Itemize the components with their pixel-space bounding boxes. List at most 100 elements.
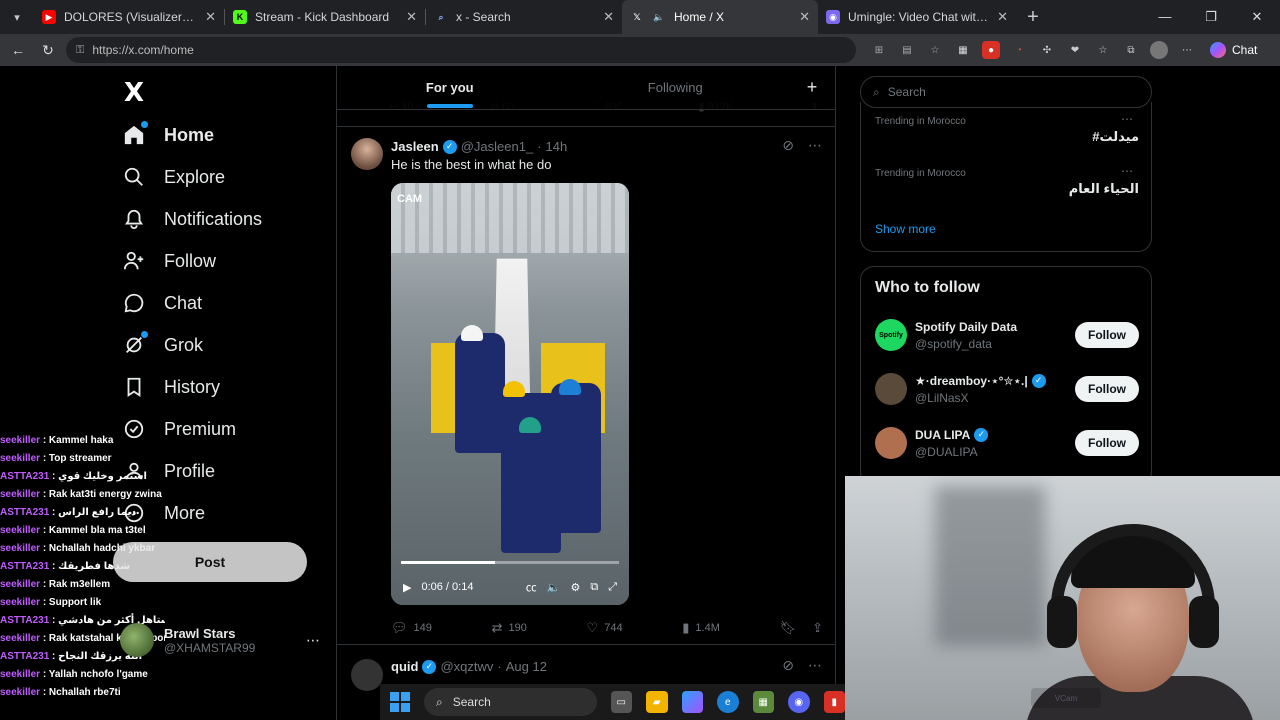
follow-button[interactable]: Follow: [1075, 430, 1139, 456]
more-icon[interactable]: ⋯: [808, 137, 822, 154]
x-logo-icon[interactable]: X: [124, 78, 144, 108]
tweet-time[interactable]: 14h: [546, 139, 568, 154]
tab-for-you[interactable]: For you: [337, 66, 563, 110]
more-icon[interactable]: ⋯: [1121, 164, 1133, 178]
more-icon[interactable]: ⋯: [306, 632, 320, 649]
trend-item[interactable]: Trending in Morocco الحياء العام ⋯: [875, 164, 1139, 197]
app-grid-icon[interactable]: ⊞: [870, 41, 888, 59]
author-name[interactable]: quid: [391, 659, 418, 674]
views-button[interactable]: ▮ 1.4M: [682, 620, 720, 636]
author-name[interactable]: Jasleen: [391, 139, 439, 154]
repost-button[interactable]: ⇄ 190: [492, 620, 527, 636]
add-tab-icon[interactable]: +: [788, 77, 835, 98]
close-icon[interactable]: ✕: [997, 9, 1008, 25]
nav-explore[interactable]: Explore: [122, 162, 225, 192]
video-player[interactable]: CAM ▶ 0:06 / 0:14 ㏄ 🔈 ⚙ ⧉ ⤢: [391, 183, 629, 605]
profile-avatar-icon[interactable]: [1150, 41, 1168, 59]
follow-button[interactable]: Follow: [1075, 322, 1139, 348]
close-icon[interactable]: ✕: [799, 9, 810, 25]
nav-label: Chat: [164, 292, 203, 313]
window-close-button[interactable]: ✕: [1234, 9, 1280, 25]
back-button[interactable]: ←: [6, 38, 30, 62]
follow-suggestion[interactable]: DUA LIPA ✓ @DUALIPA Follow: [875, 423, 1139, 463]
fullscreen-icon[interactable]: ⤢: [608, 581, 617, 594]
chat-message: seekiller : Support lik: [0, 594, 165, 612]
extension-g-icon[interactable]: ◔: [1010, 41, 1028, 59]
tweet-time[interactable]: Aug 12: [506, 659, 547, 674]
site-info-icon[interactable]: ⚿: [76, 44, 84, 57]
close-icon[interactable]: ✕: [406, 9, 417, 25]
post-button[interactable]: Post: [113, 542, 307, 582]
reader-icon[interactable]: ▤: [898, 41, 916, 59]
more-icon[interactable]: ⋯: [808, 657, 822, 674]
maximize-button[interactable]: ❐: [1188, 9, 1234, 25]
edge-icon[interactable]: e: [717, 691, 739, 713]
nav-chat[interactable]: Chat: [122, 288, 202, 318]
nav-history[interactable]: History: [122, 372, 220, 402]
close-icon[interactable]: ✕: [205, 9, 216, 25]
qr-icon[interactable]: ▦: [954, 41, 972, 59]
url-field[interactable]: ⚿ https://x.com/home: [66, 37, 856, 63]
nav-notifications[interactable]: Notifications: [122, 204, 262, 234]
chat-username: seekiller: [0, 597, 41, 608]
taskbar-search[interactable]: ⌕ Search: [424, 688, 597, 716]
bookmark-button[interactable]: 🔖︎: [780, 620, 797, 636]
chat-username: ASTTA231: [0, 471, 50, 482]
puzzle-icon[interactable]: ✣: [1038, 41, 1056, 59]
extension-red-icon[interactable]: ●: [982, 41, 1000, 59]
suggestion-handle: @DUALIPA: [915, 444, 978, 459]
minecraft-icon[interactable]: ▦: [752, 691, 775, 713]
avatar[interactable]: [351, 138, 383, 170]
author-handle[interactable]: @Jasleen1_: [461, 139, 533, 154]
tab-search[interactable]: ⌕ x - Search ✕: [426, 0, 622, 34]
grok-icon[interactable]: ⊘: [782, 137, 794, 154]
nav-grok[interactable]: Grok: [122, 330, 203, 360]
share-button[interactable]: ⇪: [812, 620, 823, 636]
close-icon[interactable]: ✕: [603, 9, 614, 25]
more-icon[interactable]: ⋯: [1178, 41, 1196, 59]
tab-following[interactable]: Following: [563, 66, 789, 110]
minimize-button[interactable]: —: [1142, 9, 1188, 25]
follow-suggestion[interactable]: ★·dreamboy·⋆°✮⋆.| ✓ @LilNasX Follow: [875, 369, 1139, 409]
avatar[interactable]: [351, 659, 383, 691]
file-explorer-icon[interactable]: ▰: [646, 691, 668, 713]
collections-icon[interactable]: ☆: [1094, 41, 1112, 59]
play-icon[interactable]: ▶: [403, 581, 411, 594]
nav-home[interactable]: Home: [122, 120, 214, 150]
trend-item[interactable]: Trending in Morocco #ميدلت ⋯: [875, 112, 1139, 145]
task-view-icon[interactable]: ▭: [610, 691, 633, 713]
follow-suggestion[interactable]: Spotify Spotify Daily Data @spotify_data…: [875, 315, 1139, 355]
performance-icon[interactable]: ❤: [1066, 41, 1084, 59]
tab-home-x[interactable]: 𝕏 🔈 Home / X ✕: [622, 0, 818, 34]
captions-icon[interactable]: ㏄: [526, 579, 537, 595]
author-handle[interactable]: @xqztwv: [440, 659, 493, 674]
windows-start-icon[interactable]: [390, 692, 410, 712]
new-tab-button[interactable]: +: [1016, 6, 1050, 29]
tab-actions-menu[interactable]: ▾: [0, 0, 34, 34]
favorite-star-icon[interactable]: ☆: [926, 41, 944, 59]
reply-button[interactable]: 💬︎ 149: [391, 620, 432, 636]
video-progress-bar[interactable]: [401, 561, 619, 564]
app-icon[interactable]: ▮: [823, 691, 846, 713]
grok-icon[interactable]: ⊘: [782, 657, 794, 674]
volume-icon[interactable]: 🔈: [547, 581, 561, 594]
pip-icon[interactable]: ⧉: [590, 581, 598, 594]
discord-icon[interactable]: ◉: [788, 691, 810, 713]
tab-kick[interactable]: K Stream - Kick Dashboard ✕: [225, 0, 425, 34]
copilot-chat-button[interactable]: Chat: [1210, 42, 1257, 58]
nav-follow[interactable]: Follow: [122, 246, 216, 276]
tab-youtube[interactable]: ▶ DOLORES (Visualizer) - YouTube ✕: [34, 0, 224, 34]
refresh-button[interactable]: ↻: [36, 38, 60, 62]
copilot-app-icon[interactable]: [681, 691, 704, 713]
like-button[interactable]: ♡ 744: [587, 620, 623, 636]
show-more-link[interactable]: Show more: [875, 222, 936, 236]
settings-icon[interactable]: ⚙: [570, 581, 580, 594]
follow-button[interactable]: Follow: [1075, 376, 1139, 402]
search-input[interactable]: ⌕ Search: [860, 76, 1152, 108]
tab-umingle[interactable]: ◉ Umingle: Video Chat with Stra ✕: [818, 0, 1016, 34]
more-icon[interactable]: ⋯: [1121, 112, 1133, 126]
speaker-icon[interactable]: 🔈: [652, 10, 666, 24]
account-switcher[interactable]: Brawl Stars @XHAMSTAR99 ⋯: [120, 618, 320, 662]
downloads-icon[interactable]: ⧉: [1122, 41, 1140, 59]
tweet[interactable]: Jasleen ✓ @Jasleen1_ · 14h ⊘ ⋯ He is the…: [337, 126, 835, 646]
